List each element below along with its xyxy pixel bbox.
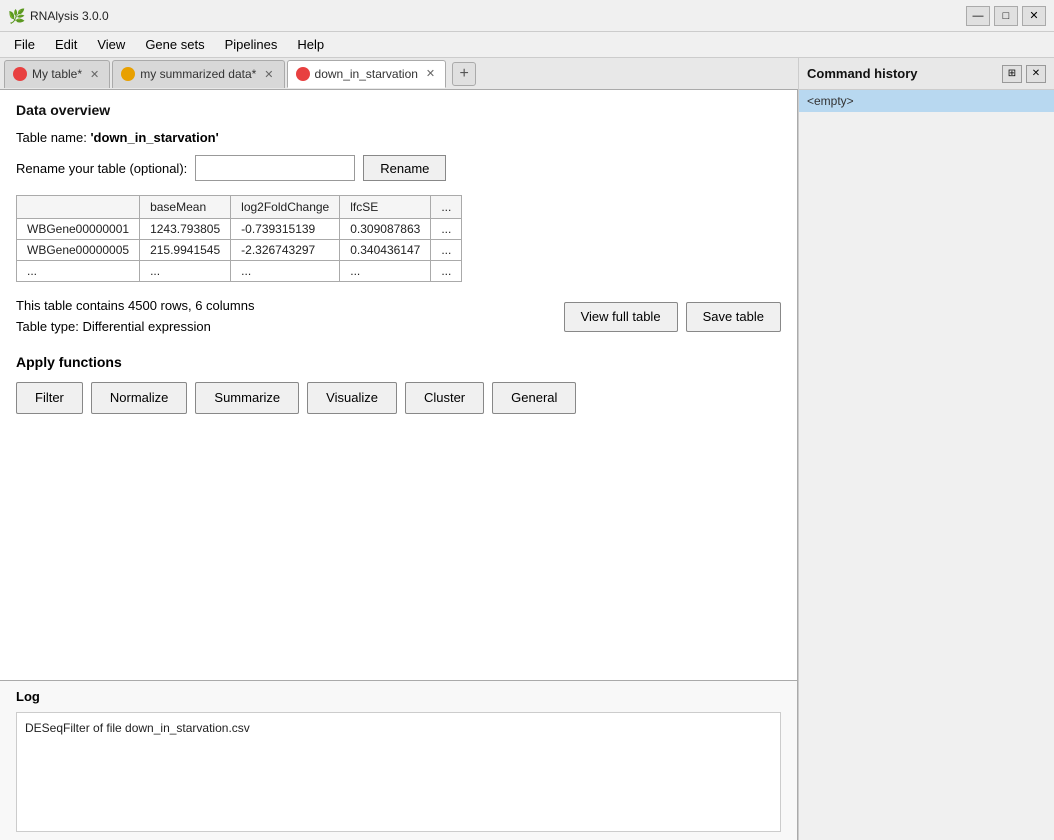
- scroll-container[interactable]: Data overview Table name: 'down_in_starv…: [0, 90, 797, 680]
- table-name-value: 'down_in_starvation': [90, 130, 218, 145]
- cell-ellipsis2: ...: [231, 261, 340, 282]
- menu-bar: File Edit View Gene sets Pipelines Help: [0, 32, 1054, 58]
- filter-button[interactable]: Filter: [16, 382, 83, 414]
- general-button[interactable]: General: [492, 382, 576, 414]
- tab-starvation-close[interactable]: ✕: [424, 67, 437, 80]
- tab-bar: My table* ✕ my summarized data* ✕ down_i…: [0, 58, 798, 90]
- command-history-panel: Command history ⊞ ✕ <empty>: [798, 58, 1054, 840]
- cell-ellipsis1: ...: [140, 261, 231, 282]
- col-header-log2foldchange: log2FoldChange: [231, 196, 340, 219]
- table-row-count: This table contains 4500 rows, 6 columns: [16, 296, 254, 317]
- table-row: ... ... ... ... ...: [17, 261, 462, 282]
- rename-button[interactable]: Rename: [363, 155, 446, 181]
- tab-my-table-icon: [13, 67, 27, 81]
- command-history-header: Command history ⊞ ✕: [799, 58, 1054, 90]
- title-bar: 🌿 RNAlysis 3.0.0 — □ ✕: [0, 0, 1054, 32]
- table-row: WBGene00000005 215.9941545 -2.326743297 …: [17, 240, 462, 261]
- command-history-detach-button[interactable]: ⊞: [1002, 65, 1022, 83]
- menu-gene-sets[interactable]: Gene sets: [135, 35, 214, 54]
- menu-file[interactable]: File: [4, 35, 45, 54]
- command-history-empty: <empty>: [799, 90, 1054, 112]
- log-title: Log: [16, 689, 781, 704]
- menu-help[interactable]: Help: [287, 35, 334, 54]
- command-history-title: Command history: [807, 66, 918, 81]
- tab-summarized-close[interactable]: ✕: [262, 68, 275, 81]
- tab-summarized-icon: [121, 67, 135, 81]
- app-icon: 🌿: [8, 8, 24, 24]
- main-layout: My table* ✕ my summarized data* ✕ down_i…: [0, 58, 1054, 840]
- tab-my-table-label: My table*: [32, 67, 82, 81]
- data-overview-title: Data overview: [16, 102, 781, 118]
- tab-down-in-starvation[interactable]: down_in_starvation ✕: [287, 60, 447, 88]
- cell-log2fc2: -2.326743297: [231, 240, 340, 261]
- cell-ellipsis3: ...: [340, 261, 431, 282]
- summarize-button[interactable]: Summarize: [195, 382, 299, 414]
- cluster-button[interactable]: Cluster: [405, 382, 484, 414]
- data-table: baseMean log2FoldChange lfcSE ... WBGene…: [16, 195, 462, 282]
- close-button[interactable]: ✕: [1022, 6, 1046, 26]
- cell-more2: ...: [431, 240, 462, 261]
- col-header-empty: [17, 196, 140, 219]
- table-actions: View full table Save table: [564, 302, 781, 332]
- command-history-controls: ⊞ ✕: [1002, 65, 1046, 83]
- table-info-text: This table contains 4500 rows, 6 columns…: [16, 296, 254, 338]
- menu-pipelines[interactable]: Pipelines: [215, 35, 288, 54]
- cell-ellipsis0: ...: [17, 261, 140, 282]
- cell-basemean1: 1243.793805: [140, 219, 231, 240]
- tab-summarized-data[interactable]: my summarized data* ✕: [112, 60, 284, 88]
- normalize-button[interactable]: Normalize: [91, 382, 188, 414]
- cell-gene2: WBGene00000005: [17, 240, 140, 261]
- cell-lfcse1: 0.309087863: [340, 219, 431, 240]
- tab-my-table[interactable]: My table* ✕: [4, 60, 110, 88]
- tab-my-table-close[interactable]: ✕: [88, 68, 101, 81]
- view-full-table-button[interactable]: View full table: [564, 302, 678, 332]
- cell-basemean2: 215.9941545: [140, 240, 231, 261]
- maximize-button[interactable]: □: [994, 6, 1018, 26]
- command-history-close-button[interactable]: ✕: [1026, 65, 1046, 83]
- table-name-row: Table name: 'down_in_starvation': [16, 130, 781, 145]
- log-section: Log DESeqFilter of file down_in_starvati…: [0, 680, 797, 840]
- table-type: Table type: Differential expression: [16, 317, 254, 338]
- col-header-lfcse: lfcSE: [340, 196, 431, 219]
- tab-starvation-icon: [296, 67, 310, 81]
- cell-more1: ...: [431, 219, 462, 240]
- content-area: Data overview Table name: 'down_in_starv…: [0, 90, 798, 840]
- cell-log2fc1: -0.739315139: [231, 219, 340, 240]
- window-controls: — □ ✕: [966, 6, 1046, 26]
- table-name-label: Table name:: [16, 130, 87, 145]
- tab-summarized-label: my summarized data*: [140, 67, 256, 81]
- minimize-button[interactable]: —: [966, 6, 990, 26]
- rename-row: Rename your table (optional): Rename: [16, 155, 781, 181]
- rename-label: Rename your table (optional):: [16, 161, 187, 176]
- cell-lfcse2: 0.340436147: [340, 240, 431, 261]
- function-buttons: Filter Normalize Summarize Visualize Clu…: [16, 382, 781, 414]
- rename-input[interactable]: [195, 155, 355, 181]
- log-content: DESeqFilter of file down_in_starvation.c…: [16, 712, 781, 832]
- tab-add-button[interactable]: +: [452, 62, 476, 86]
- app-title: RNAlysis 3.0.0: [30, 9, 966, 23]
- tab-starvation-label: down_in_starvation: [315, 67, 418, 81]
- table-row: WBGene00000001 1243.793805 -0.739315139 …: [17, 219, 462, 240]
- save-table-button[interactable]: Save table: [686, 302, 781, 332]
- cell-ellipsis4: ...: [431, 261, 462, 282]
- menu-edit[interactable]: Edit: [45, 35, 87, 54]
- col-header-basemean: baseMean: [140, 196, 231, 219]
- visualize-button[interactable]: Visualize: [307, 382, 397, 414]
- menu-view[interactable]: View: [87, 35, 135, 54]
- apply-functions-title: Apply functions: [16, 354, 781, 370]
- cell-gene1: WBGene00000001: [17, 219, 140, 240]
- col-header-more: ...: [431, 196, 462, 219]
- table-info-row: This table contains 4500 rows, 6 columns…: [16, 296, 781, 338]
- left-panel: My table* ✕ my summarized data* ✕ down_i…: [0, 58, 798, 840]
